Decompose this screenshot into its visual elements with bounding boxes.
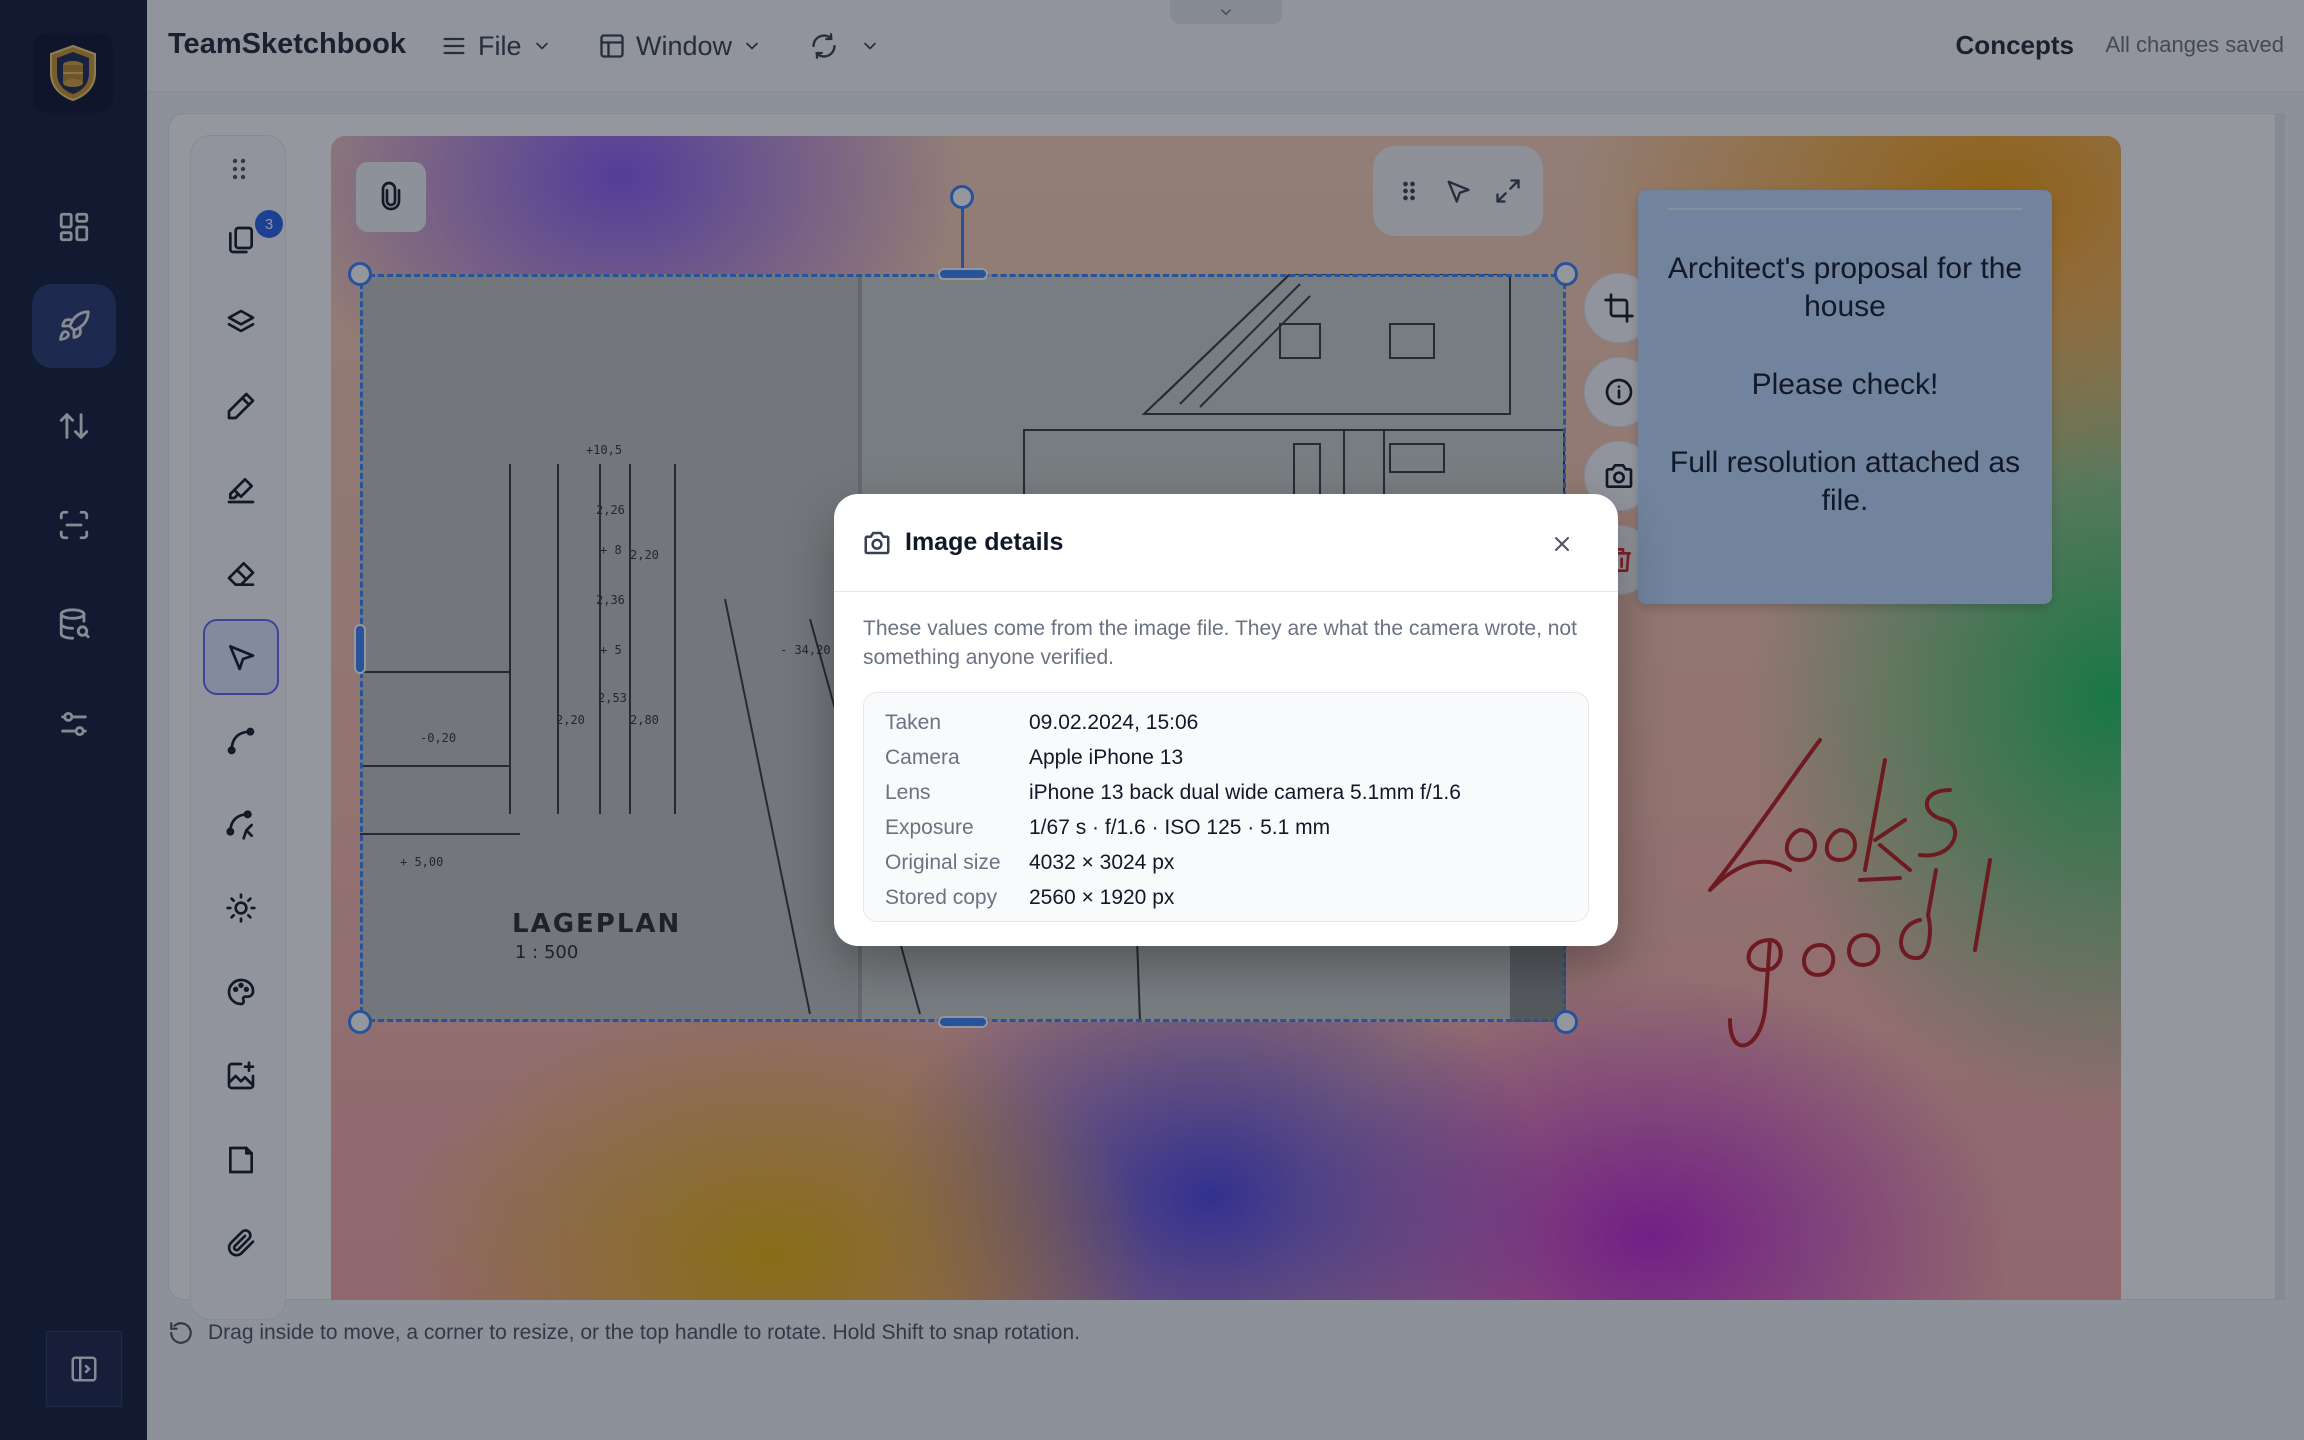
dialog-description: These values come from the image file. T… xyxy=(863,617,1577,669)
metadata-row: Original size 4032 × 3024 px xyxy=(885,845,1588,880)
metadata-value: 4032 × 3024 px xyxy=(1029,850,1175,874)
dialog-title: Image details xyxy=(905,528,1064,556)
metadata-table: Taken 09.02.2024, 15:06 Camera Apple iPh… xyxy=(863,692,1589,922)
close-icon xyxy=(1555,537,1569,551)
image-details-dialog: Image details These values come from the… xyxy=(834,494,1618,946)
camera-icon xyxy=(864,531,890,555)
metadata-row: Taken 09.02.2024, 15:06 xyxy=(885,705,1588,740)
metadata-label: Stored copy xyxy=(885,885,998,909)
metadata-value: 09.02.2024, 15:06 xyxy=(1029,710,1199,734)
metadata-value: Apple iPhone 13 xyxy=(1029,745,1184,769)
metadata-value: 1/67 s · f/1.6 · ISO 125 · 5.1 mm xyxy=(1029,815,1331,839)
metadata-row: Stored copy 2560 × 1920 px xyxy=(885,880,1588,915)
metadata-label: Camera xyxy=(885,745,960,769)
metadata-row: Camera Apple iPhone 13 xyxy=(885,740,1588,775)
metadata-value: 2560 × 1920 px xyxy=(1029,885,1175,909)
metadata-row: Exposure 1/67 s · f/1.6 · ISO 125 · 5.1 … xyxy=(885,810,1588,845)
dialog-header: Image details xyxy=(834,494,1618,592)
metadata-label: Original size xyxy=(885,850,1001,874)
metadata-label: Lens xyxy=(885,780,931,804)
metadata-row: Lens iPhone 13 back dual wide camera 5.1… xyxy=(885,775,1588,810)
metadata-label: Taken xyxy=(885,710,942,734)
metadata-label: Exposure xyxy=(885,815,974,839)
metadata-value: iPhone 13 back dual wide camera 5.1mm f/… xyxy=(1029,780,1461,804)
close-dialog-button[interactable] xyxy=(1542,524,1582,564)
